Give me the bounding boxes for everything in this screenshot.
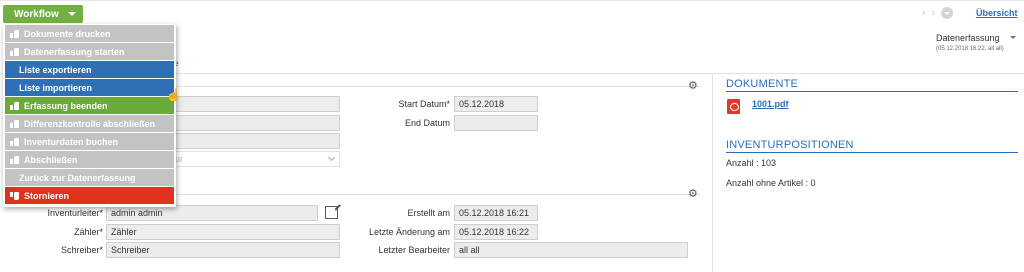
start-datum-field[interactable]: 05.12.2018 bbox=[454, 96, 538, 112]
inventurleiter-field[interactable]: admin admin bbox=[106, 205, 318, 221]
letzte-aenderung-field: 05.12.2018 16:22 bbox=[454, 224, 538, 240]
end-datum-field[interactable] bbox=[454, 115, 538, 131]
thumbs-up-icon bbox=[10, 155, 19, 164]
thumbs-up-icon bbox=[10, 119, 19, 128]
edit-icon[interactable] bbox=[325, 206, 338, 219]
page: Workflow ‹ › Übersicht Datenerfassung (0… bbox=[0, 0, 1024, 272]
anzahl-text: Anzahl : 103 bbox=[726, 158, 777, 168]
next-arrow-icon[interactable]: › bbox=[932, 7, 936, 19]
section2-divider bbox=[170, 194, 700, 195]
hand-cursor-icon: ☝ bbox=[166, 88, 181, 102]
field-3[interactable] bbox=[170, 133, 340, 149]
column-divider bbox=[712, 74, 713, 272]
menu-item-liste-exportieren[interactable]: Liste exportieren bbox=[5, 61, 174, 78]
menu-item-label: Zurück zur Datenerfassung bbox=[19, 172, 136, 183]
schreiber-label: Schreiber* bbox=[60, 245, 103, 255]
menu-item-label: Differenzkontrolle abschließen bbox=[24, 118, 156, 129]
top-divider bbox=[0, 0, 1024, 1]
status-selector[interactable]: Datenerfassung (05.12.2018 16:22, all al… bbox=[936, 33, 1004, 52]
uebersicht-link[interactable]: Übersicht bbox=[976, 8, 1018, 18]
gear-icon[interactable]: ⚙ bbox=[688, 79, 698, 92]
schreiber-field[interactable]: Schreiber bbox=[106, 242, 340, 258]
field-2[interactable] bbox=[170, 115, 340, 131]
more-options-icon[interactable] bbox=[941, 7, 954, 19]
caret-down-icon bbox=[67, 12, 76, 16]
inventurleiter-label: Inventurleiter* bbox=[47, 208, 103, 218]
anzahl-ohne-artikel-text: Anzahl ohne Artikel : 0 bbox=[726, 178, 816, 188]
previous-arrow-icon[interactable]: ‹ bbox=[922, 7, 926, 19]
pdf-icon bbox=[727, 99, 740, 114]
thumbs-up-icon bbox=[10, 137, 19, 146]
thumbs-up-icon bbox=[10, 29, 19, 38]
menu-item-label: Stornieren bbox=[24, 190, 70, 201]
status-caret-icon[interactable] bbox=[1010, 36, 1016, 39]
start-datum-label: Start Datum* bbox=[398, 99, 450, 109]
letzter-bearbeiter-field: all all bbox=[454, 242, 688, 258]
dokumente-title: DOKUMENTE bbox=[726, 78, 799, 90]
menu-item-differenzkontrolle[interactable]: Differenzkontrolle abschließen bbox=[5, 115, 174, 132]
workflow-button[interactable]: Workflow bbox=[3, 5, 83, 23]
chevron-down-icon bbox=[327, 153, 336, 162]
menu-item-zurueck-zur-datenerfassung[interactable]: Zurück zur Datenerfassung bbox=[5, 169, 174, 186]
field-1[interactable] bbox=[170, 96, 340, 112]
menu-item-label: Datenerfassung starten bbox=[24, 46, 125, 57]
thumbs-up-icon bbox=[10, 47, 19, 56]
inventurpositionen-underline bbox=[726, 152, 1018, 153]
letzter-bearbeiter-label: Letzter Bearbeiter bbox=[378, 245, 450, 255]
menu-item-dokumente-drucken[interactable]: Dokumente drucken bbox=[5, 25, 174, 42]
menu-item-label: Inventurdaten buchen bbox=[24, 136, 119, 147]
menu-item-erfassung-beenden[interactable]: Erfassung beenden bbox=[5, 97, 174, 114]
erstellt-am-field: 05.12.2018 16:21 bbox=[454, 205, 538, 221]
menu-item-stornieren[interactable]: Stornieren bbox=[5, 187, 174, 204]
erstellt-am-label: Erstellt am bbox=[407, 208, 450, 218]
select-placeholder: ur bbox=[175, 154, 184, 164]
dokumente-underline bbox=[726, 91, 1018, 92]
workflow-menu: Dokumente drucken Datenerfassung starten… bbox=[3, 24, 176, 207]
zaehler-field[interactable]: Zähler bbox=[106, 224, 340, 240]
inventurpositionen-title: INVENTURPOSITIONEN bbox=[726, 139, 854, 151]
document-link[interactable]: 1001.pdf bbox=[752, 99, 789, 109]
menu-item-inventurdaten-buchen[interactable]: Inventurdaten buchen bbox=[5, 133, 174, 150]
menu-item-label: Liste exportieren bbox=[19, 64, 92, 75]
menu-item-liste-importieren[interactable]: Liste importieren bbox=[5, 79, 174, 96]
zaehler-label: Zähler* bbox=[73, 227, 103, 237]
status-title: Datenerfassung bbox=[936, 33, 1000, 43]
menu-item-datenerfassung-starten[interactable]: Datenerfassung starten bbox=[5, 43, 174, 60]
menu-item-label: Abschließen bbox=[24, 154, 78, 165]
end-datum-label: End Datum bbox=[404, 118, 450, 128]
menu-item-label: Erfassung beenden bbox=[24, 100, 108, 111]
menu-item-label: Dokumente drucken bbox=[24, 28, 111, 39]
record-navigation: ‹ › bbox=[922, 7, 954, 19]
thumbs-up-icon bbox=[10, 101, 19, 110]
letzte-aenderung-label: Letzte Änderung am bbox=[368, 227, 450, 237]
menu-item-abschliessen[interactable]: Abschließen bbox=[5, 151, 174, 168]
select-field[interactable]: ur bbox=[170, 151, 340, 167]
status-subtitle: (05.12.2018 16:22, all all) bbox=[936, 46, 1004, 52]
menu-item-label: Liste importieren bbox=[19, 82, 93, 93]
workflow-label: Workflow bbox=[14, 8, 59, 20]
thumbs-down-icon bbox=[10, 191, 19, 200]
gear-icon[interactable]: ⚙ bbox=[688, 187, 698, 200]
section1-divider bbox=[170, 86, 700, 87]
